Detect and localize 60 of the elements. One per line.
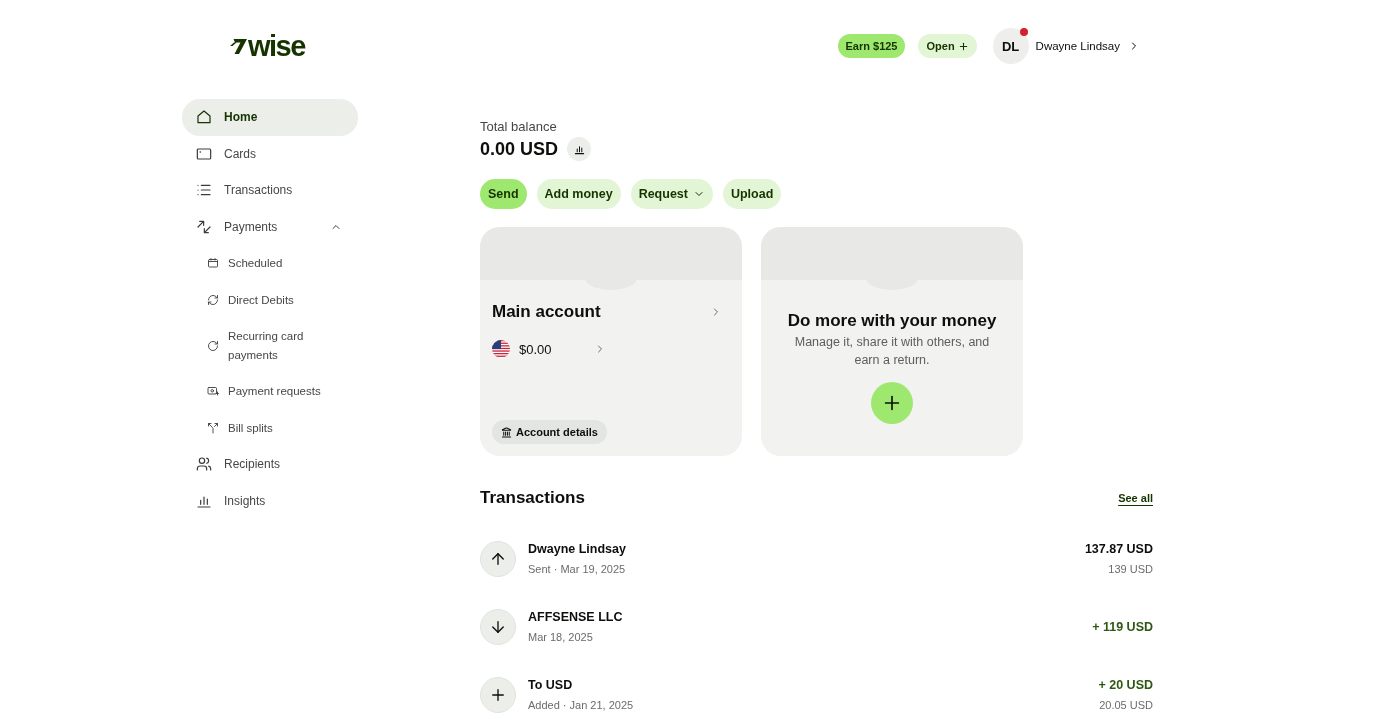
- promo-title: Do more with your money: [787, 311, 997, 331]
- rotate-icon: [207, 339, 219, 352]
- action-button[interactable]: Add money: [536, 179, 621, 209]
- transaction-secondary-amount: 20.05 USD: [1099, 698, 1153, 713]
- sidebar-item[interactable]: Home: [182, 99, 358, 136]
- account-title: Main account: [492, 302, 601, 322]
- calendar-icon: [207, 257, 219, 270]
- transaction-detail: Sent · Mar 19, 2025: [528, 562, 626, 577]
- home-icon: [196, 109, 212, 126]
- account-details-button[interactable]: Account details: [492, 420, 607, 444]
- account-card[interactable]: Main account $0.00 Account details: [480, 227, 742, 456]
- transactions-heading: Transactions: [480, 488, 585, 508]
- user-name[interactable]: Dwayne Lindsay: [1035, 40, 1120, 52]
- plus-icon: [957, 40, 969, 52]
- earn-button[interactable]: Earn $125: [837, 34, 906, 58]
- balance-amount: 0.00 USD: [480, 138, 559, 160]
- transaction-amount: 137.87 USD: [1084, 541, 1153, 557]
- split-icon: [207, 421, 219, 434]
- action-button[interactable]: Send: [480, 179, 527, 209]
- transaction-detail: Mar 18, 2025: [528, 630, 593, 645]
- sidebar-item[interactable]: Direct Debits: [182, 281, 358, 318]
- transaction-name[interactable]: To USD: [528, 677, 573, 693]
- arrow-down-icon[interactable]: [480, 609, 516, 645]
- transaction-secondary-amount: 139 USD: [1108, 562, 1153, 577]
- bank-icon: [501, 426, 512, 438]
- logo-mark-icon: [230, 38, 247, 54]
- logo-wordmark[interactable]: wise: [248, 31, 305, 61]
- sidebar-item[interactable]: Transactions: [182, 172, 358, 209]
- promo-text: Manage it, share it with others, and earn a return.: [793, 334, 991, 369]
- transaction-detail: Added · Jan 21, 2025: [528, 698, 634, 713]
- see-all-link[interactable]: See all: [1118, 492, 1153, 504]
- people-icon: [196, 456, 212, 473]
- insights-button[interactable]: [567, 137, 592, 161]
- currency-balance[interactable]: $0.00: [492, 338, 606, 360]
- open-button[interactable]: Open: [918, 34, 977, 58]
- sidebar-item[interactable]: Payments: [182, 208, 358, 245]
- sidebar-item[interactable]: Recurring card payments: [182, 318, 358, 373]
- transaction-name[interactable]: Dwayne Lindsay: [528, 541, 626, 557]
- transaction-amount: + 119 USD: [1092, 619, 1153, 635]
- balance-label: Total balance: [480, 119, 558, 135]
- bar-chart-icon: [573, 143, 585, 155]
- sidebar-item[interactable]: Bill splits: [182, 409, 358, 446]
- sidebar-item[interactable]: Recipients: [182, 446, 358, 483]
- plus-icon[interactable]: [480, 677, 516, 713]
- sidebar-item[interactable]: Scheduled: [182, 245, 358, 282]
- transaction-name[interactable]: AFFSENSE LLC: [528, 609, 623, 625]
- action-button[interactable]: Request: [630, 179, 713, 209]
- sidebar-item[interactable]: Insights: [182, 482, 358, 519]
- banknote-icon: [207, 385, 219, 398]
- refresh-icon: [207, 293, 219, 306]
- action-button[interactable]: Upload: [722, 179, 782, 209]
- card-icon: [196, 145, 212, 162]
- sidebar-item[interactable]: Payment requests: [182, 373, 358, 410]
- avatar[interactable]: DL: [992, 28, 1029, 64]
- arrow-up-icon[interactable]: [480, 541, 516, 577]
- diagonal-arrows-icon: [196, 218, 212, 235]
- flag-icon: [492, 340, 510, 358]
- transaction-amount: + 20 USD: [1098, 677, 1153, 693]
- add-button[interactable]: [871, 382, 913, 424]
- sidebar-item[interactable]: Cards: [182, 135, 358, 172]
